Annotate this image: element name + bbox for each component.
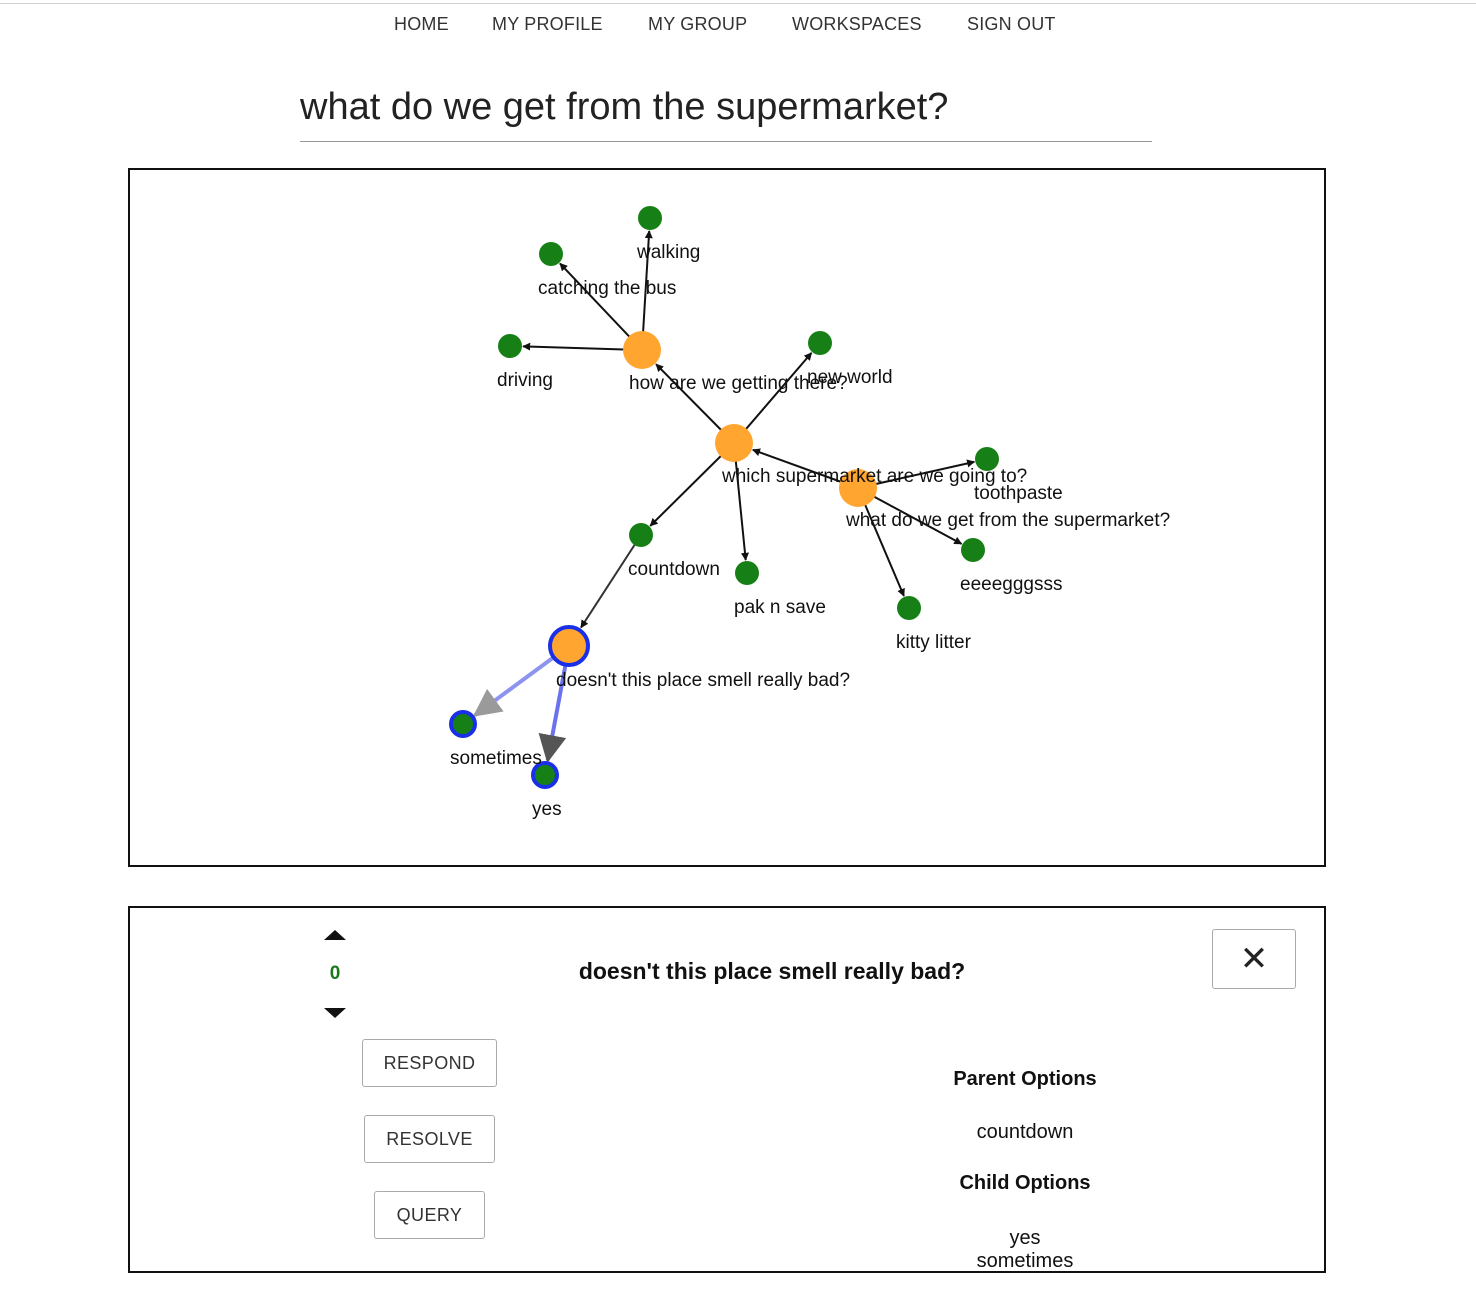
graph-node-smell[interactable] (548, 625, 590, 667)
graph-node-label-eggs[interactable]: eeeegggsss (960, 574, 1062, 595)
graph-node-label-walking[interactable]: walking (636, 242, 700, 263)
graph-node-label-sometimes[interactable]: sometimes (450, 748, 542, 769)
question-detail-panel: 0 doesn't this place smell really bad? ✕… (128, 906, 1326, 1273)
graph-node-label-bus[interactable]: catching the bus (538, 278, 676, 299)
parent-options-heading: Parent Options (953, 1068, 1097, 1090)
top-border (0, 3, 1476, 4)
child-option-item[interactable]: yes (880, 1227, 1170, 1250)
graph-node-paknsave[interactable] (735, 561, 759, 585)
nav-home[interactable]: HOME (394, 14, 449, 35)
graph-node-walking[interactable] (638, 206, 662, 230)
close-button[interactable]: ✕ (1212, 929, 1296, 989)
graph-node-eggs[interactable] (961, 538, 985, 562)
downvote-arrow-icon[interactable] (324, 1008, 346, 1018)
graph-node-sometimes[interactable] (449, 710, 477, 738)
graph-node-which[interactable] (715, 424, 753, 462)
graph-node-label-smell[interactable]: doesn't this place smell really bad? (556, 670, 850, 691)
graph-canvas[interactable]: what do we get from the supermarket? whic… (128, 168, 1326, 867)
graph-node-label-newworld[interactable]: new world (807, 367, 893, 388)
graph-node-bus[interactable] (539, 242, 563, 266)
top-nav: HOME MY PROFILE MY GROUP WORKSPACES SIGN… (0, 14, 1476, 38)
nav-sign-out[interactable]: SIGN OUT (967, 14, 1056, 35)
nav-my-group[interactable]: MY GROUP (648, 14, 747, 35)
nav-my-profile[interactable]: MY PROFILE (492, 14, 603, 35)
query-button[interactable]: QUERY (374, 1191, 485, 1239)
child-options-heading: Child Options (959, 1172, 1091, 1194)
selected-question-title: doesn't this place smell really bad? (578, 958, 966, 984)
respond-button[interactable]: RESPOND (362, 1039, 497, 1087)
graph-node-label-kitty[interactable]: kitty litter (896, 632, 972, 653)
parent-option-item[interactable]: countdown (880, 1121, 1170, 1144)
vote-count: 0 (329, 963, 341, 984)
graph-node-label-driving[interactable]: driving (497, 370, 553, 391)
upvote-arrow-icon[interactable] (324, 930, 346, 940)
graph-node-how[interactable] (623, 331, 661, 369)
child-option-item[interactable]: sometimes (880, 1250, 1170, 1271)
close-icon: ✕ (1239, 940, 1269, 978)
graph-node-label-toothpaste[interactable]: toothpaste (974, 483, 1063, 504)
graph-svg[interactable]: what do we get from the supermarket?whic… (130, 170, 1324, 865)
nav-workspaces[interactable]: WORKSPACES (792, 14, 922, 35)
graph-node-kitty[interactable] (897, 596, 921, 620)
graph-node-label-yes[interactable]: yes (532, 799, 562, 820)
page-title: what do we get from the supermarket? (300, 86, 949, 128)
resolve-button[interactable]: RESOLVE (364, 1115, 495, 1163)
graph-node-label-countdown[interactable]: countdown (628, 559, 720, 580)
graph-node-driving[interactable] (498, 334, 522, 358)
graph-node-newworld[interactable] (808, 331, 832, 355)
graph-node-label-root[interactable]: what do we get from the supermarket? (845, 510, 1170, 531)
graph-node-countdown[interactable] (629, 523, 653, 547)
graph-node-label-paknsave[interactable]: pak n save (734, 597, 826, 618)
title-underline (300, 141, 1152, 142)
graph-edge-countdown-to-smell (580, 534, 642, 629)
